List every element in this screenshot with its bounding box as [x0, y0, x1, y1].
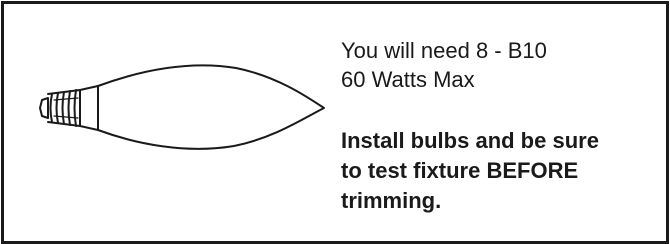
instruction-line-1: Install bulbs and be sure — [341, 128, 599, 153]
instruction-line-2: to test fixture BEFORE — [341, 158, 579, 183]
instruction-label: You will need 8 - B10 60 Watts Max Insta… — [1, 1, 669, 244]
bulb-quantity-text: You will need 8 - B10 — [341, 38, 547, 63]
bulb-requirements: You will need 8 - B10 60 Watts Max — [341, 36, 661, 94]
candelabra-bulb-icon — [39, 64, 325, 150]
instruction-line-3: trimming. — [341, 188, 442, 213]
install-instructions: Install bulbs and be sure to test fixtur… — [341, 126, 661, 216]
wattage-text: 60 Watts Max — [341, 67, 475, 92]
